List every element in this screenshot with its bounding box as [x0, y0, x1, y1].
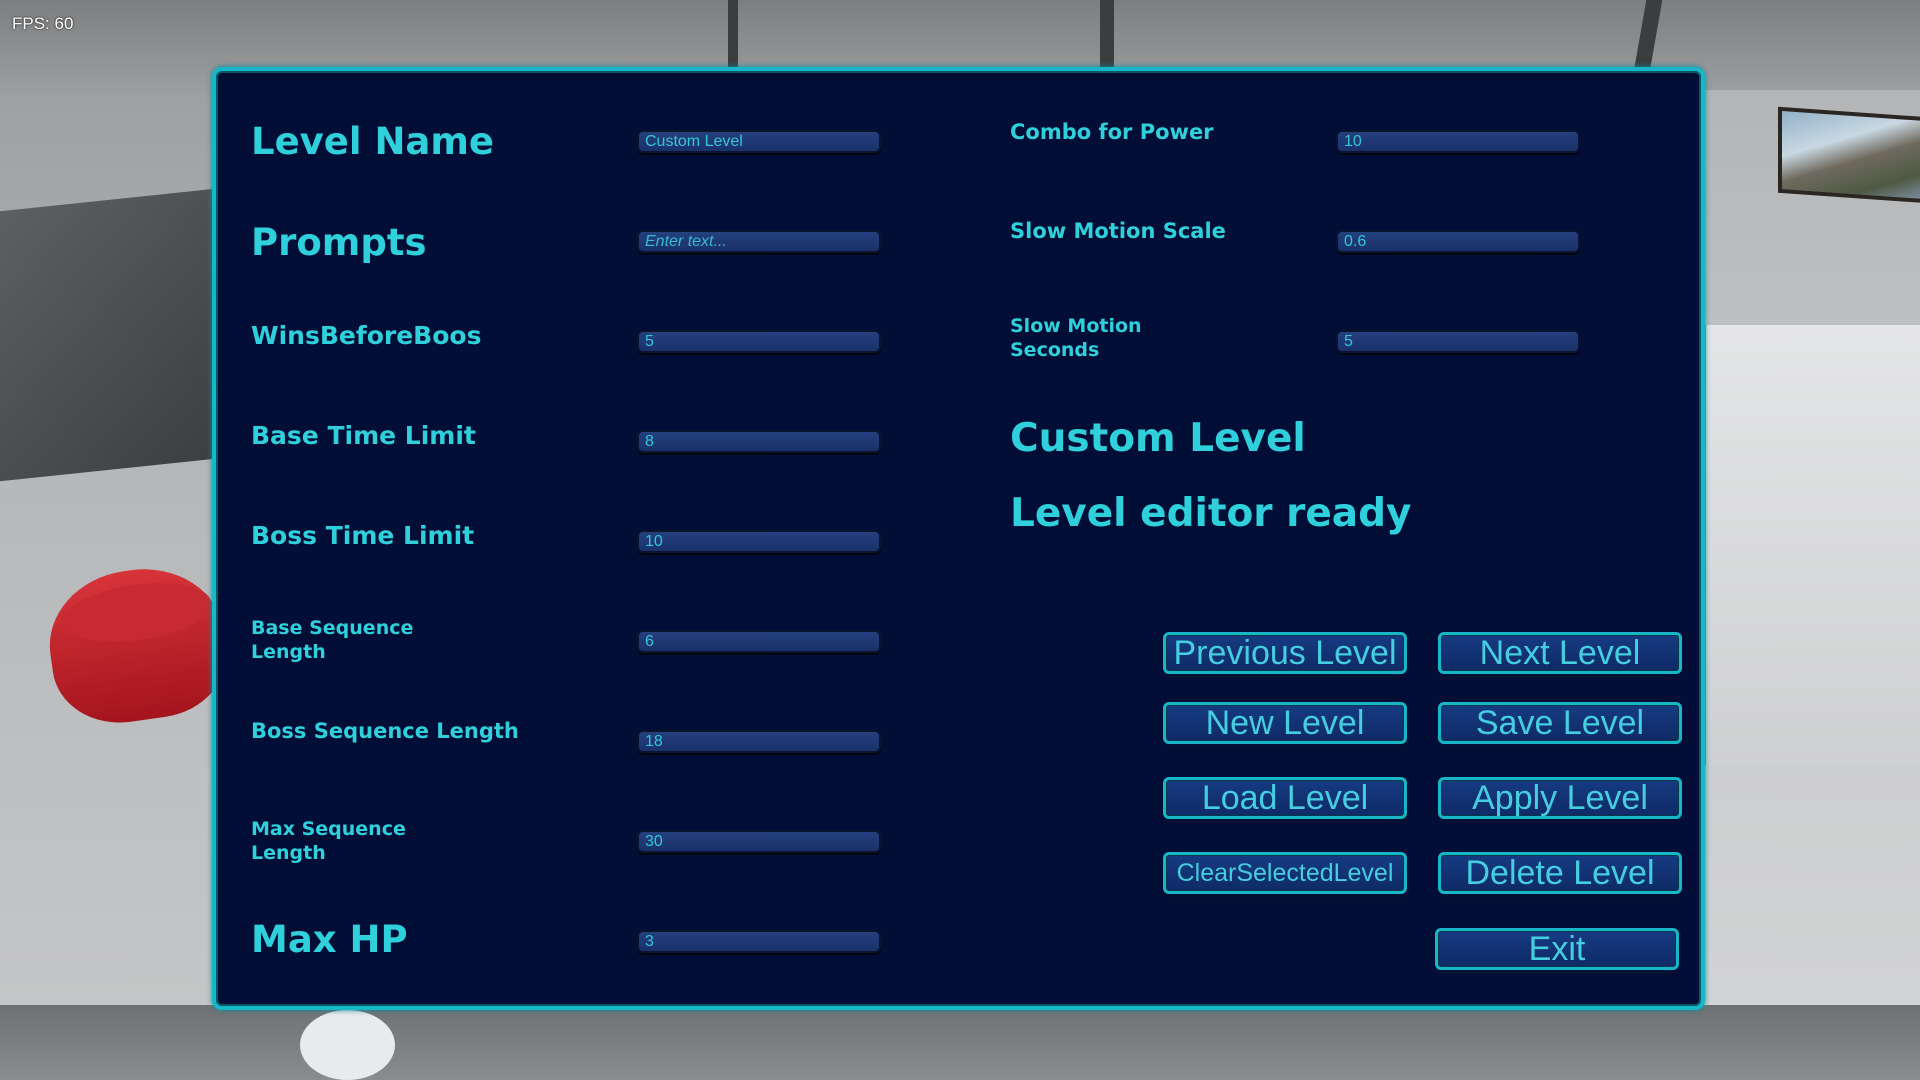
base-sequence-length-input[interactable]: 6 [637, 630, 881, 653]
max-sequence-length-input[interactable]: 30 [637, 830, 881, 853]
base-time-limit-input[interactable]: 8 [637, 430, 881, 453]
status-message: Level editor ready [1010, 491, 1412, 536]
previous-level-button[interactable]: Previous Level [1163, 632, 1407, 674]
boss-sequence-length-label: Boss Sequence Length [251, 719, 519, 743]
slow-motion-seconds-value: 5 [1344, 333, 1353, 350]
slow-motion-seconds-input[interactable]: 5 [1336, 330, 1580, 353]
clear-selected-level-button[interactable]: ClearSelectedLevel [1163, 852, 1407, 894]
max-hp-input[interactable]: 3 [637, 930, 881, 953]
boss-time-limit-value: 10 [645, 533, 663, 550]
max-sequence-length-value: 30 [645, 833, 663, 850]
landscape-painting [1778, 106, 1920, 204]
apply-level-button[interactable]: Apply Level [1438, 777, 1682, 819]
wins-before-boss-value: 5 [645, 333, 654, 350]
max-hp-label: Max HP [251, 918, 408, 961]
white-shelf [1700, 325, 1920, 765]
slow-motion-scale-value: 0.6 [1344, 233, 1367, 250]
wins-before-boss-input[interactable]: 5 [637, 330, 881, 353]
exit-button[interactable]: Exit [1435, 928, 1679, 970]
load-level-button[interactable]: Load Level [1163, 777, 1407, 819]
combo-for-power-value: 10 [1344, 133, 1362, 150]
prompts-placeholder: Enter text... [645, 233, 727, 250]
boss-sequence-length-input[interactable]: 18 [637, 730, 881, 753]
next-level-button[interactable]: Next Level [1438, 632, 1682, 674]
current-level-title: Custom Level [1010, 416, 1306, 461]
combo-for-power-label: Combo for Power [1010, 120, 1214, 144]
floor [0, 1005, 1920, 1080]
slow-motion-seconds-label: Slow Motion Seconds [1010, 315, 1142, 361]
prompts-label: Prompts [251, 221, 427, 264]
prompts-input[interactable]: Enter text... [637, 230, 881, 253]
max-hp-value: 3 [645, 933, 654, 950]
boss-time-limit-input[interactable]: 10 [637, 530, 881, 553]
delete-level-button[interactable]: Delete Level [1438, 852, 1682, 894]
slow-motion-scale-label: Slow Motion Scale [1010, 219, 1226, 243]
boss-sequence-length-value: 18 [645, 733, 663, 750]
save-level-button[interactable]: Save Level [1438, 702, 1682, 744]
level-name-value: Custom Level [645, 133, 743, 150]
base-sequence-length-label: Base Sequence Length [251, 617, 414, 663]
ceiling-beam [728, 0, 738, 72]
ceiling-beam [1100, 0, 1114, 72]
dark-cabinet [0, 188, 215, 482]
level-editor-panel: Level Name Prompts WinsBeforeBoos Base T… [212, 67, 1705, 1010]
base-sequence-length-value: 6 [645, 633, 654, 650]
max-sequence-length-label: Max Sequence Length [251, 818, 406, 864]
base-time-limit-label: Base Time Limit [251, 421, 476, 450]
lamp-base [300, 1010, 395, 1080]
slow-motion-scale-input[interactable]: 0.6 [1336, 230, 1580, 253]
level-name-label: Level Name [251, 120, 495, 163]
base-time-limit-value: 8 [645, 433, 654, 450]
new-level-button[interactable]: New Level [1163, 702, 1407, 744]
wins-before-boss-label: WinsBeforeBoos [251, 321, 482, 350]
combo-for-power-input[interactable]: 10 [1336, 130, 1580, 153]
level-name-input[interactable]: Custom Level [637, 130, 881, 153]
boss-time-limit-label: Boss Time Limit [251, 521, 475, 550]
fps-counter: FPS: 60 [12, 14, 74, 33]
